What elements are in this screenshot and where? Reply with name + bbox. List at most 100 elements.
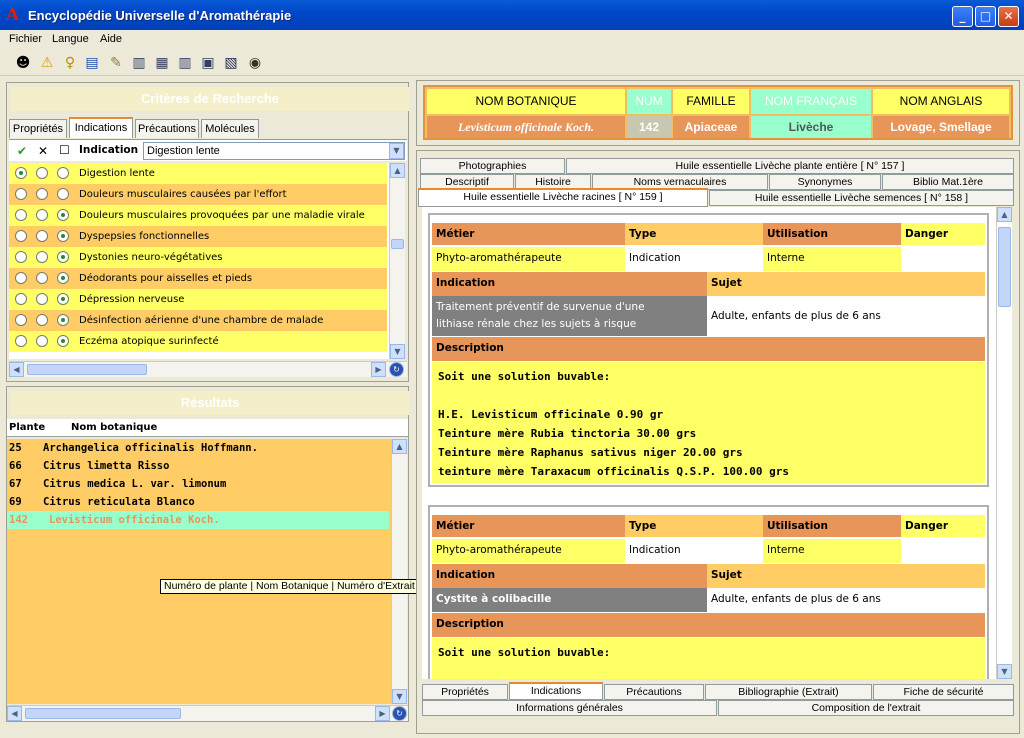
uncheck-all-icon[interactable]: ✕: [38, 144, 48, 158]
scroll-thumb[interactable]: [998, 227, 1011, 307]
radio-include[interactable]: [15, 209, 27, 221]
layout3-icon[interactable]: ▥: [176, 54, 194, 72]
radio-include[interactable]: [15, 314, 27, 326]
btab-indications[interactable]: Indications: [509, 682, 603, 700]
note-icon[interactable]: ✎: [107, 54, 125, 72]
radio-include[interactable]: [15, 167, 27, 179]
tab-precautions[interactable]: Précautions: [135, 119, 199, 138]
indication-row[interactable]: Dyspepsies fonctionnelles: [9, 226, 387, 247]
menu-fichier[interactable]: Fichier: [9, 33, 42, 45]
indications-vscroll[interactable]: ▲ ▼: [389, 163, 405, 359]
menu-aide[interactable]: Aide: [100, 33, 122, 45]
indication-row[interactable]: Douleurs musculaires causées par l'effor…: [9, 184, 387, 205]
radio-exclude[interactable]: [36, 251, 48, 263]
scroll-left-icon[interactable]: ◀: [9, 362, 24, 377]
col-nom-botanique[interactable]: Nom botanique: [71, 422, 157, 433]
radio-exclude[interactable]: [36, 272, 48, 284]
radio-ignore[interactable]: [57, 251, 69, 263]
col-plante[interactable]: Plante: [9, 422, 45, 433]
result-row[interactable]: 69 Citrus reticulata Blanco: [7, 493, 389, 511]
layout2-icon[interactable]: ▦: [153, 54, 171, 72]
radio-exclude[interactable]: [36, 230, 48, 242]
corner-icon[interactable]: ↻: [392, 706, 407, 721]
scroll-down-icon[interactable]: ▼: [392, 689, 407, 704]
radio-include[interactable]: [15, 293, 27, 305]
indications-hscroll[interactable]: ◀ ▶ ↻: [9, 361, 407, 377]
btab-composition[interactable]: Composition de l'extrait: [718, 700, 1014, 716]
indication-row[interactable]: Eczéma atopique surinfecté: [9, 331, 387, 352]
scroll-up-icon[interactable]: ▲: [997, 207, 1012, 222]
btab-precautions[interactable]: Précautions: [604, 684, 704, 700]
indication-combo[interactable]: Digestion lente ▼: [143, 142, 405, 160]
scroll-left-icon[interactable]: ◀: [7, 706, 22, 721]
person-icon[interactable]: ☻: [14, 54, 32, 72]
result-row[interactable]: 142 Levisticum officinale Koch.: [7, 511, 389, 529]
results-hscroll[interactable]: ◀ ▶ ↻: [7, 705, 408, 721]
radio-ignore[interactable]: [57, 167, 69, 179]
radio-ignore[interactable]: [57, 209, 69, 221]
radio-exclude[interactable]: [36, 314, 48, 326]
tab-synonymes[interactable]: Synonymes: [769, 174, 881, 190]
tab-he-semences[interactable]: Huile essentielle Livèche semences [ N° …: [709, 190, 1014, 206]
radio-include[interactable]: [15, 230, 27, 242]
radio-include[interactable]: [15, 335, 27, 347]
scroll-down-icon[interactable]: ▼: [390, 344, 405, 359]
tab-he-racines[interactable]: Huile essentielle Livèche racines [ N° 1…: [418, 188, 708, 207]
minimize-button[interactable]: _: [952, 6, 973, 27]
scroll-up-icon[interactable]: ▲: [392, 439, 407, 454]
export-icon[interactable]: ▣: [199, 54, 217, 72]
tab-biblio-mat[interactable]: Biblio Mat.1ère: [882, 174, 1014, 190]
indication-row[interactable]: Déodorants pour aisselles et pieds: [9, 268, 387, 289]
radio-include[interactable]: [15, 251, 27, 263]
radio-ignore[interactable]: [57, 230, 69, 242]
check-all-icon[interactable]: ✔: [17, 144, 27, 158]
btab-proprietes[interactable]: Propriétés: [422, 684, 508, 700]
book-icon[interactable]: ▤: [83, 54, 101, 72]
layout1-icon[interactable]: ▥: [130, 54, 148, 72]
indication-row[interactable]: Digestion lente: [9, 163, 387, 184]
tab-molecules[interactable]: Molécules: [201, 119, 259, 138]
scroll-down-icon[interactable]: ▼: [997, 664, 1012, 679]
chevron-down-icon[interactable]: ▼: [389, 143, 404, 159]
radio-exclude[interactable]: [36, 335, 48, 347]
maximize-button[interactable]: □: [975, 6, 996, 27]
results-vscroll[interactable]: ▲ ▼: [391, 439, 407, 704]
result-row[interactable]: 25 Archangelica officinalis Hoffmann.: [7, 439, 389, 457]
scroll-right-icon[interactable]: ▶: [375, 706, 390, 721]
hscroll-thumb[interactable]: [25, 708, 181, 719]
radio-ignore[interactable]: [57, 188, 69, 200]
tab-proprietes[interactable]: Propriétés: [9, 119, 67, 138]
radio-exclude[interactable]: [36, 188, 48, 200]
btab-informations-generales[interactable]: Informations générales: [422, 700, 717, 716]
indication-row[interactable]: Douleurs musculaires provoquées par une …: [9, 205, 387, 226]
radio-exclude[interactable]: [36, 167, 48, 179]
radio-exclude[interactable]: [36, 293, 48, 305]
btab-fiche-securite[interactable]: Fiche de sécurité: [873, 684, 1014, 700]
warning-icon[interactable]: ⚠: [38, 54, 56, 72]
scroll-up-icon[interactable]: ▲: [390, 163, 405, 178]
radio-ignore[interactable]: [57, 335, 69, 347]
btab-bibliographie[interactable]: Bibliographie (Extrait): [705, 684, 872, 700]
scroll-thumb[interactable]: [391, 239, 404, 249]
radio-ignore[interactable]: [57, 293, 69, 305]
radio-include[interactable]: [15, 272, 27, 284]
clear-all-icon[interactable]: ☐: [59, 143, 70, 157]
indication-row[interactable]: Dépression nerveuse: [9, 289, 387, 310]
indication-row[interactable]: Désinfection aérienne d'une chambre de m…: [9, 310, 387, 331]
tab-photographies[interactable]: Photographies: [420, 158, 565, 174]
radio-exclude[interactable]: [36, 209, 48, 221]
tab-he-plante-entiere[interactable]: Huile essentielle Livèche plante entière…: [566, 158, 1014, 174]
result-row[interactable]: 66 Citrus limetta Risso: [7, 457, 389, 475]
globe-icon[interactable]: ◉: [246, 54, 264, 72]
corner-icon[interactable]: ↻: [389, 362, 404, 377]
result-row[interactable]: 67 Citrus medica L. var. limonum: [7, 475, 389, 493]
pin-icon[interactable]: ♀: [61, 54, 79, 72]
screen-icon[interactable]: ▧: [222, 54, 240, 72]
radio-ignore[interactable]: [57, 272, 69, 284]
tab-indications[interactable]: Indications: [69, 117, 133, 138]
menu-langue[interactable]: Langue: [52, 33, 89, 45]
radio-ignore[interactable]: [57, 314, 69, 326]
scroll-right-icon[interactable]: ▶: [371, 362, 386, 377]
radio-include[interactable]: [15, 188, 27, 200]
content-vscroll[interactable]: ▲ ▼: [996, 207, 1012, 679]
